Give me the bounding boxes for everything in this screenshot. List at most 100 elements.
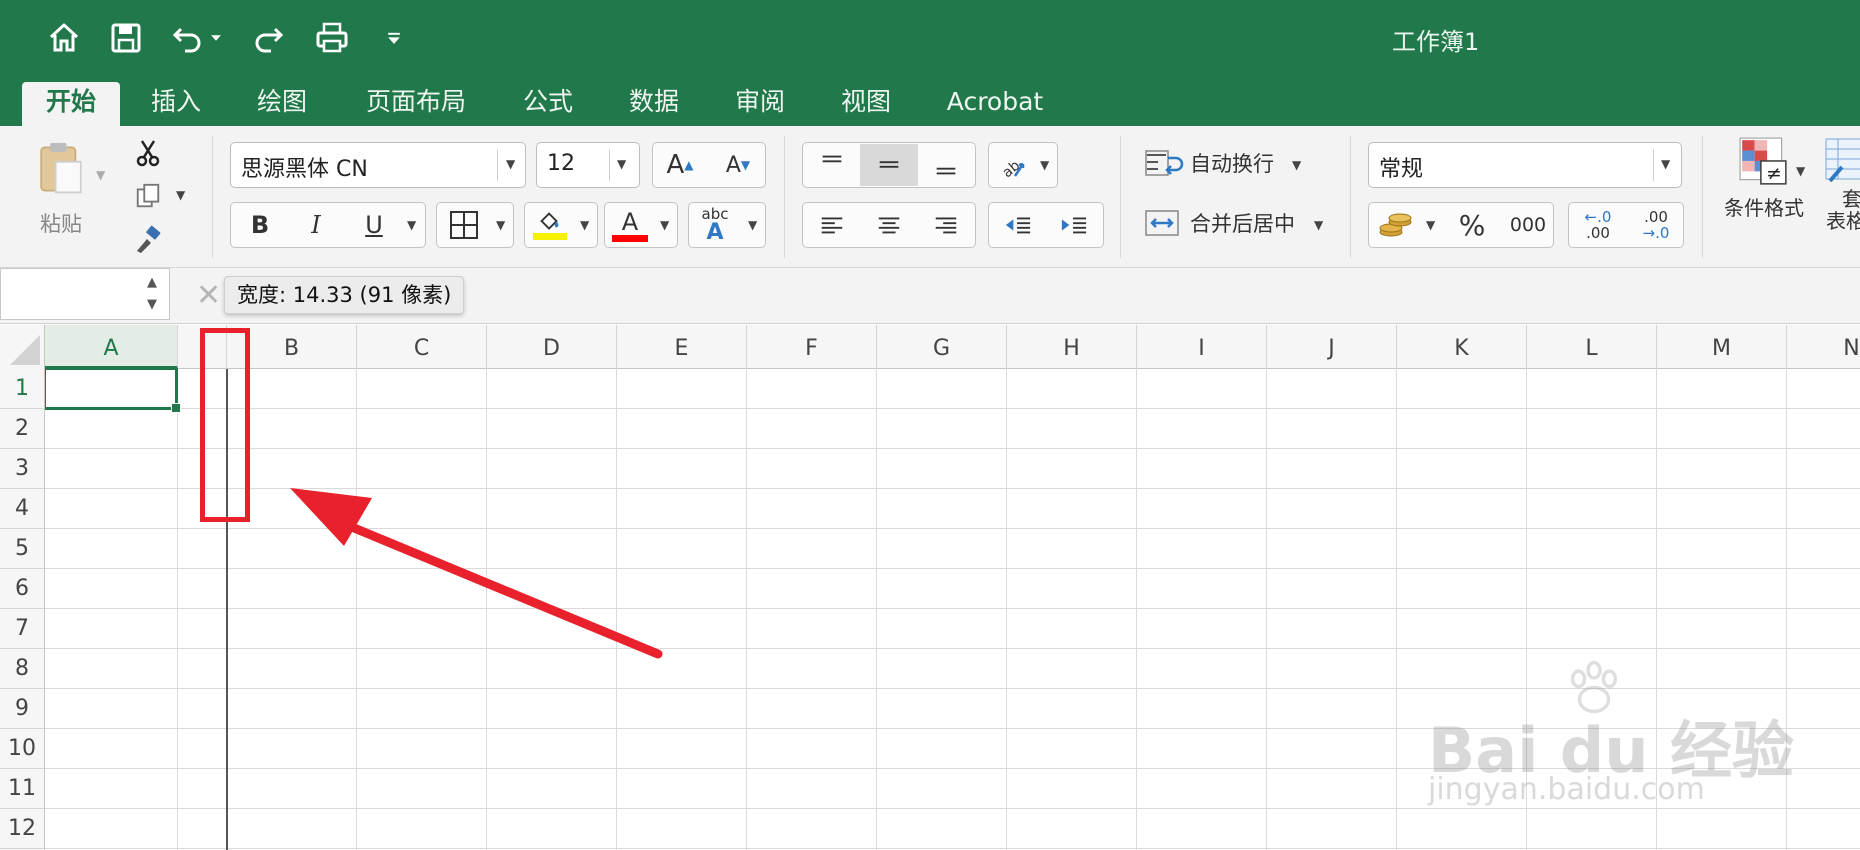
conditional-formatting-button[interactable]: ≠ 条件格式 <box>1714 136 1814 254</box>
tab-acrobat[interactable]: Acrobat <box>934 82 1056 126</box>
column-header-k[interactable]: K <box>1397 325 1527 369</box>
tab-review[interactable]: 审阅 <box>720 82 800 126</box>
format-as-table-button[interactable]: 套 表格 <box>1822 136 1860 254</box>
column-header-m[interactable]: M <box>1657 325 1787 369</box>
shrink-font-button[interactable]: A ▼ <box>710 142 766 188</box>
row-header[interactable]: 12 <box>0 809 44 849</box>
column-header-n[interactable]: N <box>1787 325 1860 369</box>
align-right-button[interactable] <box>918 204 974 246</box>
format-painter-icon[interactable] <box>128 220 168 260</box>
column-header-h[interactable]: H <box>1007 325 1137 369</box>
paste-dropdown-icon[interactable]: ▼ <box>96 168 105 182</box>
font-name-select[interactable]: 思源黑体 CN ▼ <box>230 142 526 188</box>
row-header[interactable]: 5 <box>0 529 44 569</box>
fill-color-dropdown-icon[interactable]: ▼ <box>580 218 589 232</box>
tab-home[interactable]: 开始 <box>22 82 120 126</box>
fill-handle[interactable] <box>171 403 181 413</box>
align-center-button[interactable] <box>860 204 918 246</box>
increase-indent-icon[interactable] <box>1046 204 1102 246</box>
stepper-down-icon[interactable]: ▼ <box>147 297 157 312</box>
row-header[interactable]: 2 <box>0 409 44 449</box>
name-box[interactable]: ▲ ▼ <box>0 268 170 320</box>
fill-color-icon[interactable] <box>528 204 572 246</box>
orientation-icon[interactable]: ab <box>990 144 1034 186</box>
align-middle-button[interactable] <box>860 144 918 186</box>
customize-toolbar-icon[interactable] <box>374 18 414 58</box>
merge-center-dropdown-icon[interactable]: ▼ <box>1314 218 1323 232</box>
column-header-g[interactable]: G <box>877 325 1007 369</box>
tab-page-layout[interactable]: 页面布局 <box>352 82 480 126</box>
decrease-indent-icon[interactable] <box>990 204 1046 246</box>
select-all-corner[interactable] <box>0 325 45 369</box>
formula-bar: ▲ ▼ ✕ 宽度: 14.33 (91 像素) <box>0 268 1860 324</box>
row-header[interactable]: 10 <box>0 729 44 769</box>
row-header[interactable]: 11 <box>0 769 44 809</box>
merge-center-button[interactable]: 合并后居中 <box>1144 200 1324 246</box>
row-header[interactable]: 9 <box>0 689 44 729</box>
ribbon: 粘贴 ▼ ▼ 思源黑体 CN ▼ 12 ▼ A▲ A▼ B I U ▼ ▼ <box>0 126 1860 268</box>
paste-button[interactable]: 粘贴 <box>20 138 102 248</box>
copy-icon[interactable] <box>128 176 168 216</box>
bold-button[interactable]: B <box>236 202 284 248</box>
tab-insert[interactable]: 插入 <box>136 82 216 126</box>
column-header-l[interactable]: L <box>1527 325 1657 369</box>
row-header[interactable]: 6 <box>0 569 44 609</box>
currency-dropdown-icon[interactable]: ▼ <box>1426 218 1435 232</box>
tab-draw[interactable]: 绘图 <box>242 82 322 126</box>
stepper-up-icon[interactable]: ▲ <box>147 275 157 290</box>
conditional-formatting-dropdown-icon[interactable]: ▼ <box>1796 164 1805 178</box>
underline-button[interactable]: U <box>350 202 398 248</box>
italic-button[interactable]: I <box>292 202 340 248</box>
column-header-j[interactable]: J <box>1267 325 1397 369</box>
redo-icon[interactable] <box>248 18 288 58</box>
tab-formulas[interactable]: 公式 <box>508 82 588 126</box>
row-header[interactable]: 3 <box>0 449 44 489</box>
column-width-tooltip: 宽度: 14.33 (91 像素) <box>224 276 465 314</box>
currency-format-icon[interactable] <box>1370 204 1422 246</box>
undo-icon[interactable] <box>168 18 208 58</box>
increase-decimal-button[interactable]: ←.0 .00 <box>1570 204 1626 246</box>
comma-style-button[interactable]: 000 <box>1502 204 1554 246</box>
document-title: 工作簿1 <box>1392 28 1480 56</box>
align-top-button[interactable] <box>804 144 860 186</box>
column-header-f[interactable]: F <box>747 325 877 369</box>
undo-dropdown-icon[interactable] <box>206 18 226 58</box>
home-icon[interactable] <box>44 18 84 58</box>
row-header[interactable]: 4 <box>0 489 44 529</box>
cancel-edit-icon[interactable]: ✕ <box>196 278 221 313</box>
align-bottom-button[interactable] <box>918 144 974 186</box>
font-color-icon[interactable]: A <box>608 204 652 246</box>
row-header[interactable]: 7 <box>0 609 44 649</box>
number-format-select[interactable]: 常规 ▼ <box>1368 142 1682 188</box>
text-effects-dropdown-icon[interactable]: ▼ <box>748 218 757 232</box>
column-header-d[interactable]: D <box>487 325 617 369</box>
font-size-select[interactable]: 12 ▼ <box>536 142 640 188</box>
grow-font-button[interactable]: A ▲ <box>652 142 708 188</box>
orientation-dropdown-icon[interactable]: ▼ <box>1040 158 1049 172</box>
row-header[interactable]: 1 <box>0 369 44 409</box>
align-left-button[interactable] <box>804 204 860 246</box>
borders-icon[interactable] <box>442 204 486 246</box>
font-color-dropdown-icon[interactable]: ▼ <box>660 218 669 232</box>
percent-button[interactable]: % <box>1446 204 1498 246</box>
save-icon[interactable] <box>106 18 146 58</box>
title-bar: 工作簿1 开始 插入 绘图 页面布局 公式 数据 审阅 视图 Acrobat <box>0 0 1860 126</box>
tab-data[interactable]: 数据 <box>614 82 694 126</box>
merge-center-label: 合并后居中 <box>1190 212 1295 236</box>
tab-view[interactable]: 视图 <box>826 82 906 126</box>
column-header-e[interactable]: E <box>617 325 747 369</box>
print-icon[interactable] <box>312 18 352 58</box>
column-header-i[interactable]: I <box>1137 325 1267 369</box>
column-header-a[interactable]: A <box>45 325 178 369</box>
cut-icon[interactable] <box>128 132 168 172</box>
column-header-c[interactable]: C <box>357 325 487 369</box>
row-header[interactable]: 8 <box>0 649 44 689</box>
copy-dropdown-icon[interactable]: ▼ <box>176 188 185 202</box>
decrease-decimal-button[interactable]: .00 →.0 <box>1628 204 1684 246</box>
borders-dropdown-icon[interactable]: ▼ <box>496 218 505 232</box>
selected-cell-a1[interactable] <box>45 369 178 410</box>
wrap-text-dropdown-icon[interactable]: ▼ <box>1292 158 1301 172</box>
text-effects-icon[interactable]: abc A <box>692 202 738 248</box>
chevron-down-icon: ▼ <box>506 157 516 171</box>
underline-dropdown-icon[interactable]: ▼ <box>407 218 416 232</box>
